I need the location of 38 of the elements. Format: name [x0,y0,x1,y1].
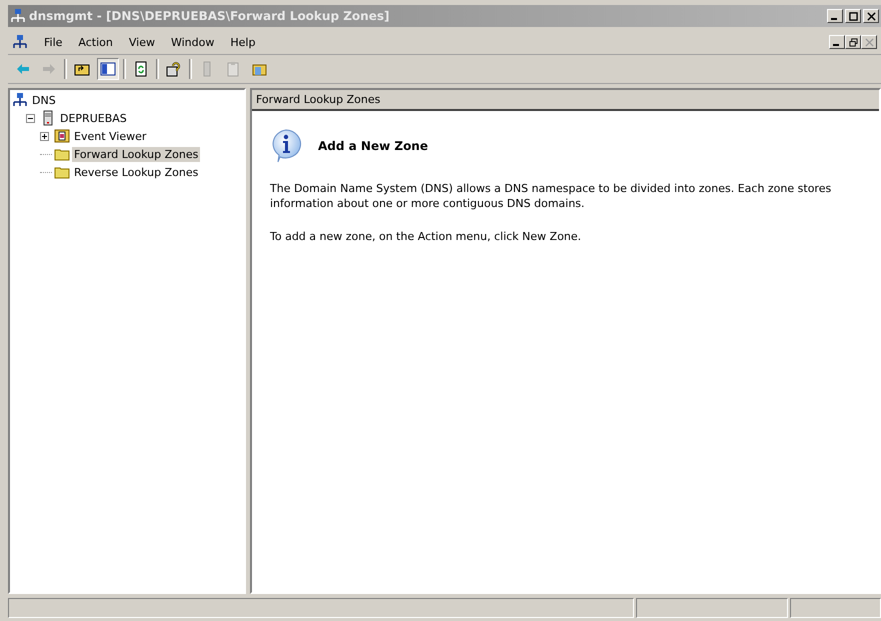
close-button[interactable] [863,9,879,23]
menu-item[interactable]: Help [230,36,256,48]
pane-icon [100,61,116,77]
minimize-icon [833,44,839,46]
menu-item[interactable]: Window [170,36,214,48]
close-icon [864,38,874,46]
clipboard-icon [225,61,241,77]
window-title: dnsmgmt - [DNS\DEPRUEBAS\Forward Lookup Zones] [29,9,390,23]
network-icon [12,92,28,108]
info-icon [270,129,302,163]
restore-button[interactable] [845,35,861,49]
menu-item[interactable]: Action [78,36,113,48]
heading: Add a New Zone [318,139,428,153]
tree-item[interactable]: Event Viewer [72,128,148,144]
description-text: To add a new zone, on the Action menu, click New Zone. [270,229,582,244]
tree-button[interactable] [97,58,119,80]
tree-item[interactable]: DEPRUEBAS [58,110,129,126]
network-icon [10,8,26,24]
close-icon [866,12,876,20]
tree-item[interactable]: Reverse Lookup Zones [72,164,200,180]
help-icon [166,61,182,77]
maximize-icon [848,12,858,20]
menu-item[interactable]: File [44,36,62,48]
tree-item[interactable]: DNS [30,92,58,108]
forward-arrow-icon [41,61,57,77]
restore-icon [848,38,858,46]
minimize-button[interactable] [829,35,845,49]
tree-item[interactable]: Forward Lookup Zones [72,146,200,162]
pane-header: Forward Lookup Zones [252,90,879,111]
network-icon [12,34,28,50]
description-text: The Domain Name System (DNS) allows a DNS namespace to be divided into zones. Each zone stores information about one or more contiguous DNS domains. [270,181,832,211]
close-button[interactable] [861,35,877,49]
event-viewer-icon [54,128,70,144]
menu-item[interactable]: View [128,36,155,48]
refresh-icon [133,61,149,77]
minimize-icon [831,18,837,20]
minimize-button[interactable] [827,9,843,23]
maximize-button[interactable] [845,9,861,23]
